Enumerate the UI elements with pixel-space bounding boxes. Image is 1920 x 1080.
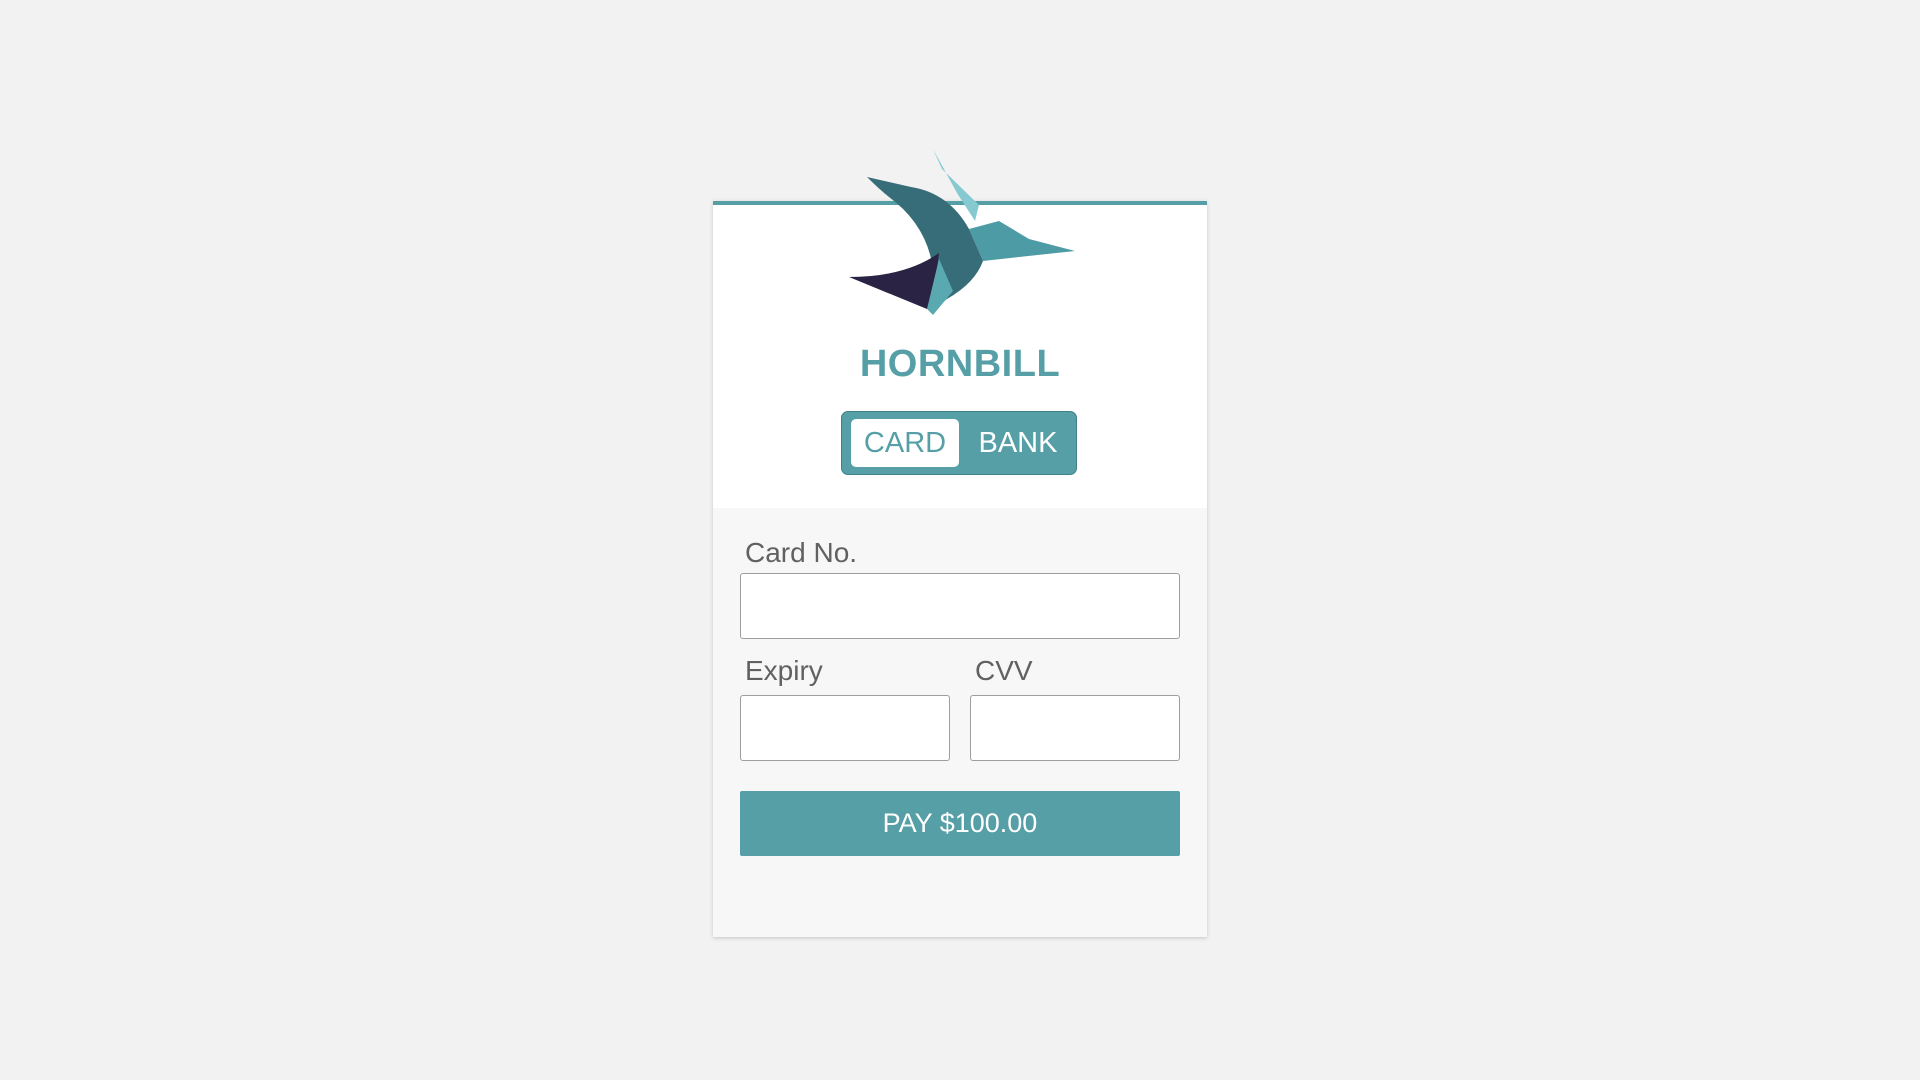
expiry-label: Expiry bbox=[745, 655, 823, 686]
brand-name: HORNBILL bbox=[859, 343, 1061, 385]
card-header: HORNBILL CARD BANK bbox=[713, 149, 1207, 508]
cvv-input[interactable] bbox=[970, 695, 1180, 761]
pay-button[interactable]: PAY $100.00 bbox=[740, 791, 1180, 856]
card-number-label: Card No. bbox=[745, 537, 858, 568]
cvv-label: CVV bbox=[975, 655, 1033, 686]
card-number-input[interactable] bbox=[740, 573, 1180, 639]
toggle-option-bank[interactable]: BANK bbox=[964, 419, 1072, 467]
payment-method-toggle: CARD BANK bbox=[841, 411, 1077, 475]
hornbill-bird-logo-icon bbox=[849, 149, 1075, 315]
toggle-option-card[interactable]: CARD bbox=[851, 419, 959, 467]
expiry-input[interactable] bbox=[740, 695, 950, 761]
payment-card: HORNBILL CARD BANK Card No. Expiry CVV P… bbox=[713, 149, 1207, 937]
